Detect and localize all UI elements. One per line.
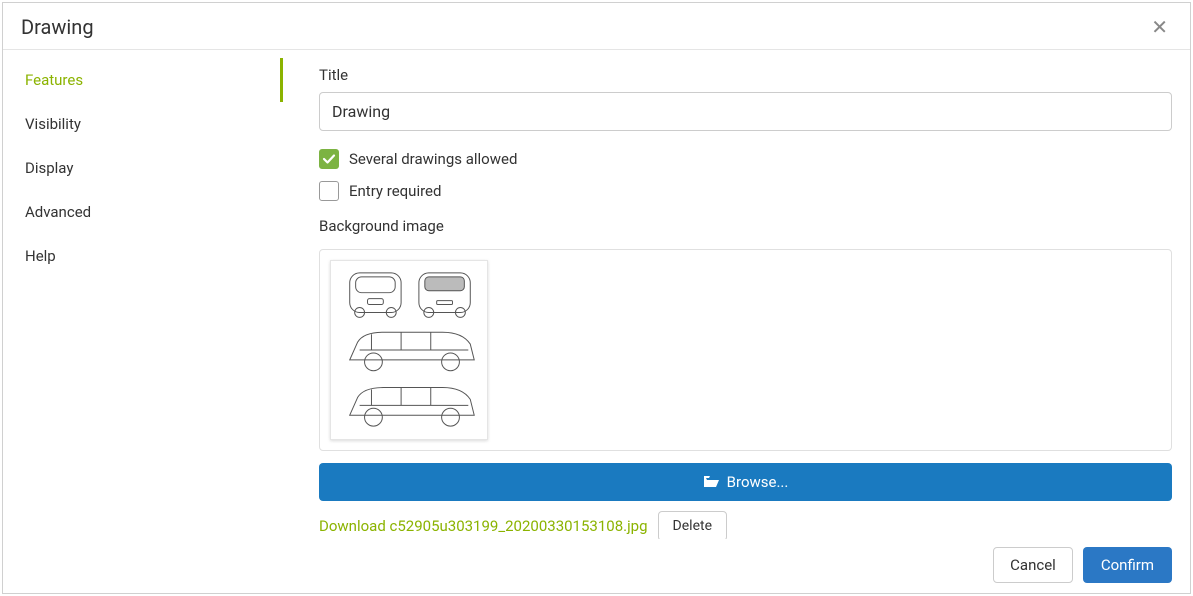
browse-label: Browse...: [727, 473, 789, 491]
sidebar-item-label: Visibility: [25, 115, 81, 133]
cancel-button[interactable]: Cancel: [993, 547, 1073, 583]
entry-required-row[interactable]: Entry required: [319, 181, 1172, 201]
entry-required-label: Entry required: [349, 182, 441, 200]
sidebar-item-display[interactable]: Display: [9, 146, 283, 190]
drawing-modal: Drawing ✕ Features Visibility Display Ad…: [2, 2, 1191, 594]
sidebar-item-label: Advanced: [25, 203, 91, 221]
several-drawings-checkbox[interactable]: [319, 149, 339, 169]
sidebar-item-label: Features: [25, 71, 83, 89]
sidebar-item-visibility[interactable]: Visibility: [9, 102, 283, 146]
modal-header: Drawing ✕: [3, 3, 1190, 50]
car-diagram-icon: [337, 267, 483, 433]
close-icon: ✕: [1151, 15, 1168, 39]
close-button[interactable]: ✕: [1147, 17, 1172, 37]
sidebar-item-advanced[interactable]: Advanced: [9, 190, 283, 234]
image-preview: [330, 260, 488, 440]
modal-title: Drawing: [21, 15, 94, 39]
checkmark-icon: [322, 152, 336, 166]
title-label: Title: [319, 66, 1172, 84]
browse-button[interactable]: Browse...: [319, 463, 1172, 501]
sidebar: Features Visibility Display Advanced Hel…: [3, 50, 283, 539]
download-row: Download c52905u303199_20200330153108.jp…: [319, 511, 1172, 539]
sidebar-item-label: Display: [25, 159, 73, 177]
download-link[interactable]: Download c52905u303199_20200330153108.jp…: [319, 517, 648, 535]
folder-open-icon: [703, 475, 719, 489]
several-drawings-label: Several drawings allowed: [349, 150, 517, 168]
content-panel: Title Several drawings allowed Entry req…: [283, 50, 1190, 539]
sidebar-item-help[interactable]: Help: [9, 234, 283, 278]
sidebar-item-features[interactable]: Features: [9, 58, 283, 102]
background-image-label: Background image: [319, 217, 1172, 235]
entry-required-checkbox[interactable]: [319, 181, 339, 201]
sidebar-item-label: Help: [25, 247, 56, 265]
several-drawings-row[interactable]: Several drawings allowed: [319, 149, 1172, 169]
title-input[interactable]: [319, 92, 1172, 131]
image-container: [319, 249, 1172, 451]
modal-footer: Cancel Confirm: [3, 539, 1190, 593]
delete-button[interactable]: Delete: [658, 511, 727, 539]
modal-body: Features Visibility Display Advanced Hel…: [3, 50, 1190, 539]
confirm-button[interactable]: Confirm: [1083, 547, 1172, 583]
